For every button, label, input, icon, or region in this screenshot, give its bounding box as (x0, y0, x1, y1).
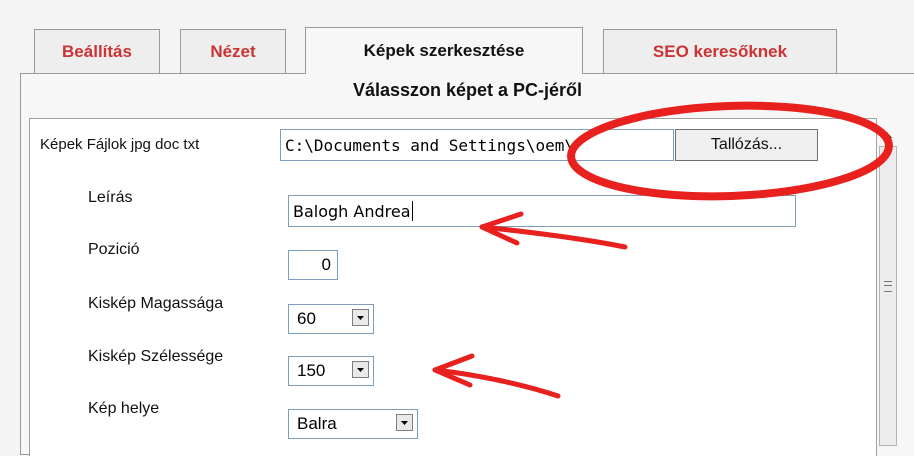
image-place-value: Balra (297, 414, 337, 433)
thumb-width-value: 150 (297, 361, 326, 380)
description-value: Balogh Andrea (293, 201, 411, 221)
grip-icon (884, 281, 892, 292)
chevron-down-icon[interactable] (352, 309, 369, 326)
text-cursor (411, 201, 413, 221)
scroll-thumb[interactable] (879, 146, 897, 446)
tab-label: Nézet (210, 41, 256, 61)
thumb-width-label: Kiskép Szélessége (88, 348, 224, 365)
file-path-input[interactable]: C:\Documents and Settings\oem\ (280, 129, 674, 161)
chevron-down-icon[interactable] (396, 414, 413, 431)
position-label: Pozició (88, 241, 140, 258)
file-label: Képek Fájlok jpg doc txt (40, 136, 200, 153)
thumb-width-select[interactable]: 150 (288, 356, 374, 386)
tab-panel: Válasszon képet a PC-jéről Képek Fájlok … (20, 73, 914, 456)
tab-bar: Beállítás Nézet Képek szerkesztése SEO k… (0, 0, 914, 74)
image-place-label: Kép helye (88, 400, 160, 417)
tab-label: SEO keresőknek (652, 41, 788, 61)
tab-settings[interactable]: Beállítás (34, 29, 160, 73)
description-input[interactable]: Balogh Andrea (288, 195, 796, 227)
description-label: Leírás (88, 189, 133, 206)
tab-edit-images[interactable]: Képek szerkesztése (305, 27, 583, 74)
tab-view[interactable]: Nézet (180, 29, 286, 73)
thumb-height-select[interactable]: 60 (288, 304, 374, 334)
image-place-select[interactable]: Balra (288, 409, 418, 439)
browse-button[interactable]: Tallózás... (675, 129, 818, 161)
image-form: Képek Fájlok jpg doc txt C:\Documents an… (29, 118, 877, 456)
tab-label: Képek szerkesztése (363, 41, 525, 60)
vertical-scrollbar[interactable] (877, 118, 914, 456)
scroll-up-arrow-icon[interactable] (877, 126, 897, 140)
tab-label: Beállítás (62, 41, 132, 61)
panel-title: Válasszon képet a PC-jéről (352, 80, 583, 100)
thumb-height-label: Kiskép Magassága (88, 295, 224, 312)
tab-seo[interactable]: SEO keresőknek (603, 29, 837, 73)
position-input[interactable]: 0 (288, 250, 338, 280)
thumb-height-value: 60 (297, 309, 316, 328)
chevron-down-icon[interactable] (352, 361, 369, 378)
